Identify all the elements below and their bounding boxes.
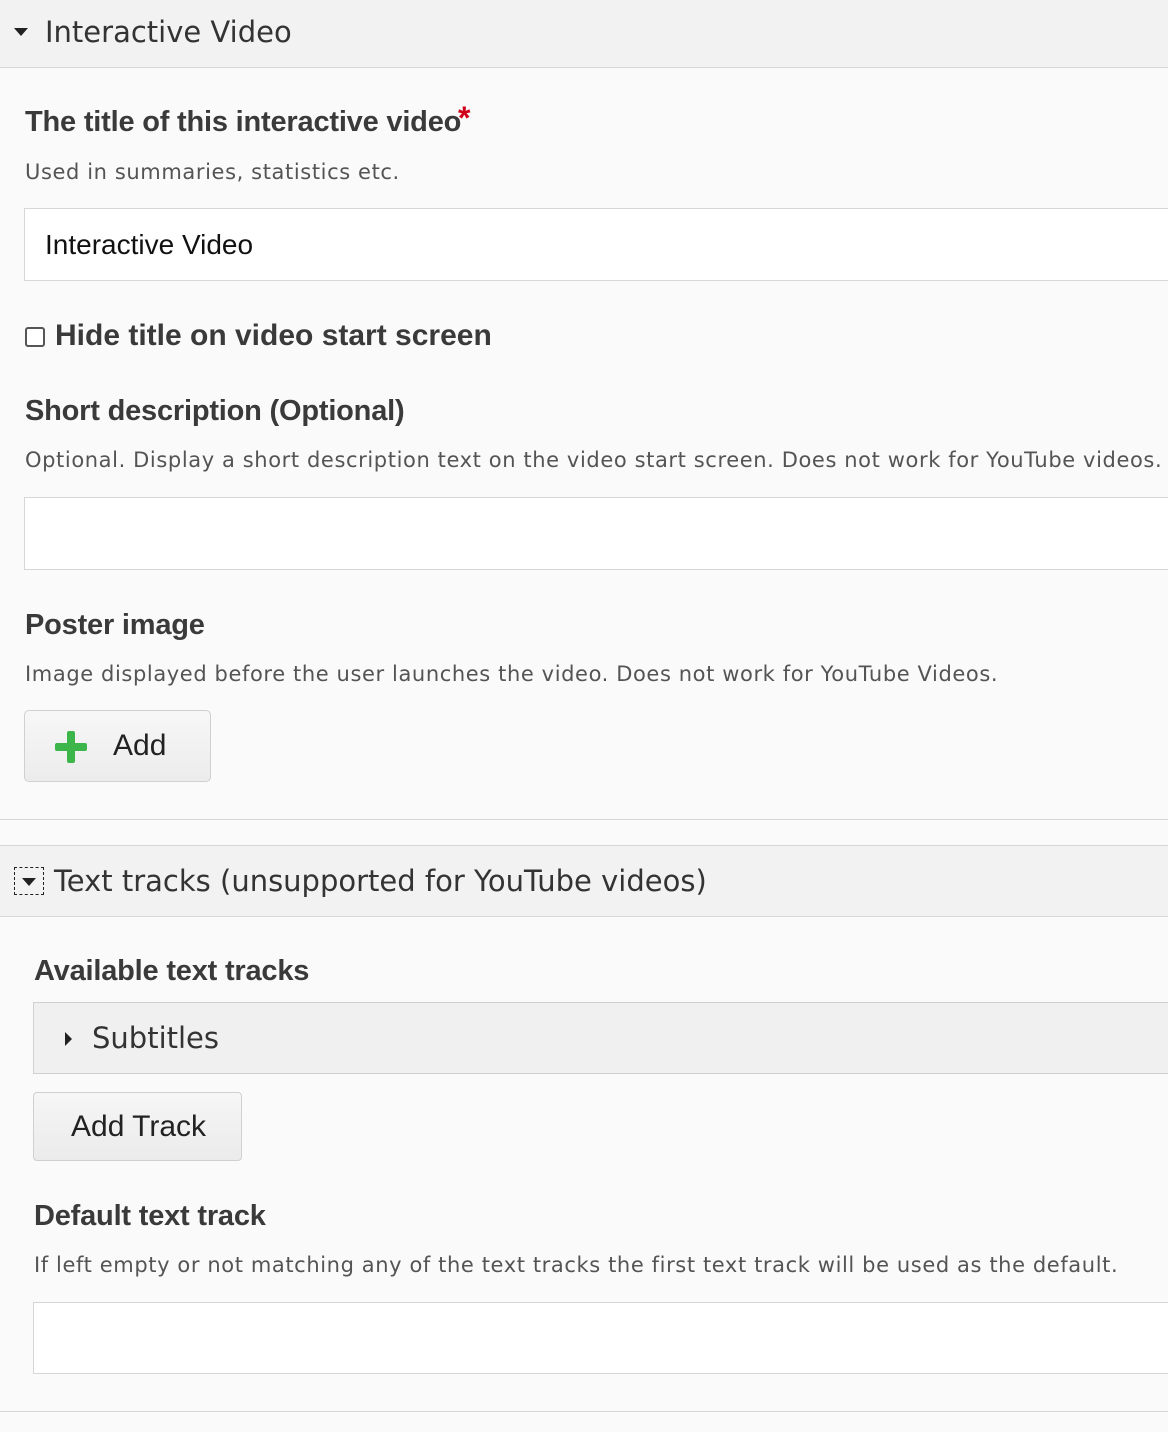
list-item-subtitles[interactable]: Subtitles xyxy=(33,1002,1168,1074)
default-text-track-input[interactable] xyxy=(33,1302,1168,1374)
add-button-label: Add xyxy=(113,729,167,762)
caret-down-icon[interactable] xyxy=(14,28,28,36)
section-divider xyxy=(0,1411,1168,1412)
default-text-track-label: Default text track xyxy=(34,1200,266,1232)
hide-title-checkbox-label[interactable]: Hide title on video start screen xyxy=(55,319,492,353)
add-track-button-label: Add Track xyxy=(71,1110,207,1143)
short-description-help: Optional. Display a short description te… xyxy=(25,448,1163,472)
poster-image-description: Image displayed before the user launches… xyxy=(25,662,999,686)
list-item-label: Subtitles xyxy=(92,1021,220,1055)
collapse-toggle-button[interactable] xyxy=(14,867,44,895)
available-text-tracks-label: Available text tracks xyxy=(34,955,310,987)
hide-title-checkbox[interactable] xyxy=(25,327,45,347)
interactive-video-header-title: Interactive Video xyxy=(45,15,292,49)
short-description-label: Short description (Optional) xyxy=(25,395,405,427)
plus-icon xyxy=(55,731,87,763)
editor-page: Interactive Video The title of this inte… xyxy=(0,0,1168,1432)
caret-right-icon[interactable] xyxy=(65,1032,72,1046)
text-tracks-group-header[interactable]: Text tracks (unsupported for YouTube vid… xyxy=(0,845,1168,917)
add-poster-image-button[interactable]: Add xyxy=(24,710,211,782)
caret-down-icon xyxy=(22,878,36,886)
text-tracks-header-title: Text tracks (unsupported for YouTube vid… xyxy=(54,864,707,898)
section-divider xyxy=(0,819,1168,820)
default-text-track-description: If left empty or not matching any of the… xyxy=(34,1253,1119,1277)
poster-image-label: Poster image xyxy=(25,609,205,641)
add-track-button[interactable]: Add Track xyxy=(33,1092,242,1161)
title-field-label: The title of this interactive video xyxy=(25,106,462,138)
short-description-input[interactable] xyxy=(24,497,1168,570)
title-input[interactable] xyxy=(24,208,1168,281)
required-asterisk: * xyxy=(458,100,471,136)
title-field-description: Used in summaries, statistics etc. xyxy=(25,160,400,184)
interactive-video-group-header[interactable]: Interactive Video xyxy=(0,0,1168,68)
